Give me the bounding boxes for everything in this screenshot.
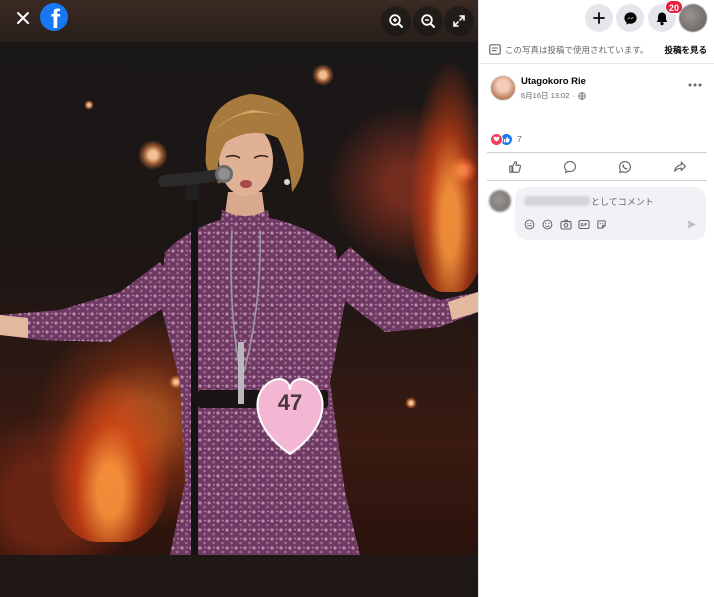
comment-icon [563, 160, 576, 173]
account-avatar[interactable] [679, 4, 707, 32]
photo-viewer: 47 f [0, 0, 478, 597]
post-panel: 20 この写真は投稿で使用されています。 投稿を見る Utagokoro Rie… [478, 0, 714, 597]
create-button[interactable] [585, 4, 613, 32]
camera-button[interactable] [559, 218, 572, 231]
fullscreen-icon [453, 15, 465, 27]
post-time-text: 6月16日 13:02 [521, 91, 570, 100]
whatsapp-button[interactable] [605, 156, 645, 178]
commenter-name-redacted [524, 196, 590, 206]
plus-icon [593, 12, 605, 24]
author-avatar[interactable] [490, 75, 516, 101]
fullscreen-button[interactable] [444, 6, 474, 36]
singer-figure [0, 94, 478, 555]
commenter-avatar [489, 190, 511, 212]
globe-icon [578, 91, 586, 100]
sticker-icon [597, 220, 606, 229]
gif-button[interactable] [577, 218, 590, 231]
photo-viewer-page: 47 f 20 この写真は投稿で使用されています。 投稿を見る Utagokor… [0, 0, 714, 597]
comment-button[interactable] [550, 156, 590, 178]
messenger-icon [623, 11, 637, 25]
emoji-button[interactable] [541, 218, 554, 231]
camera-icon [559, 219, 572, 230]
emoji-icon [542, 219, 553, 230]
facebook-logo[interactable]: f [40, 3, 68, 31]
contestant-number: 47 [277, 390, 303, 415]
comment-input[interactable]: としてコメント [515, 187, 706, 240]
author-name[interactable]: Utagokoro Rie [521, 76, 586, 87]
notice-text: この写真は投稿で使用されています。 [505, 45, 649, 55]
zoom-out-button[interactable] [413, 6, 443, 36]
close-button[interactable] [8, 3, 38, 33]
photo-notice-bar: この写真は投稿で使用されています。 投稿を見る [479, 36, 714, 64]
share-icon [673, 161, 686, 172]
reaction-count: 7 [517, 134, 522, 144]
facebook-logo-letter: f [51, 4, 60, 32]
love-icon [490, 132, 503, 146]
close-icon [17, 12, 29, 24]
like-button[interactable] [495, 156, 535, 178]
messenger-button[interactable] [616, 4, 644, 32]
bell-icon [656, 12, 668, 25]
more-options-icon [688, 83, 702, 87]
gif-icon [577, 219, 590, 230]
zoom-in-icon [389, 14, 403, 28]
send-icon [686, 220, 696, 229]
post-icon [489, 44, 501, 55]
post-photo[interactable]: 47 [0, 42, 478, 555]
post-timestamp[interactable]: 6月16日 13:02 · [521, 90, 586, 101]
view-post-link[interactable]: 投稿を見る [664, 44, 707, 56]
zoom-in-button[interactable] [381, 6, 411, 36]
reaction-summary[interactable]: 7 [490, 132, 522, 146]
avatar-sticker-icon [524, 219, 535, 230]
avatar-sticker-button[interactable] [523, 218, 536, 231]
post-action-bar [487, 152, 707, 181]
sticker-button[interactable] [595, 218, 608, 231]
share-button[interactable] [660, 156, 700, 178]
send-comment-button[interactable] [684, 218, 698, 231]
more-options-button[interactable] [685, 78, 705, 92]
whatsapp-icon [618, 160, 631, 173]
zoom-out-icon [421, 14, 435, 28]
comment-toolbar [523, 218, 608, 231]
comment-placeholder: としてコメント [591, 197, 654, 207]
like-icon [508, 160, 521, 173]
